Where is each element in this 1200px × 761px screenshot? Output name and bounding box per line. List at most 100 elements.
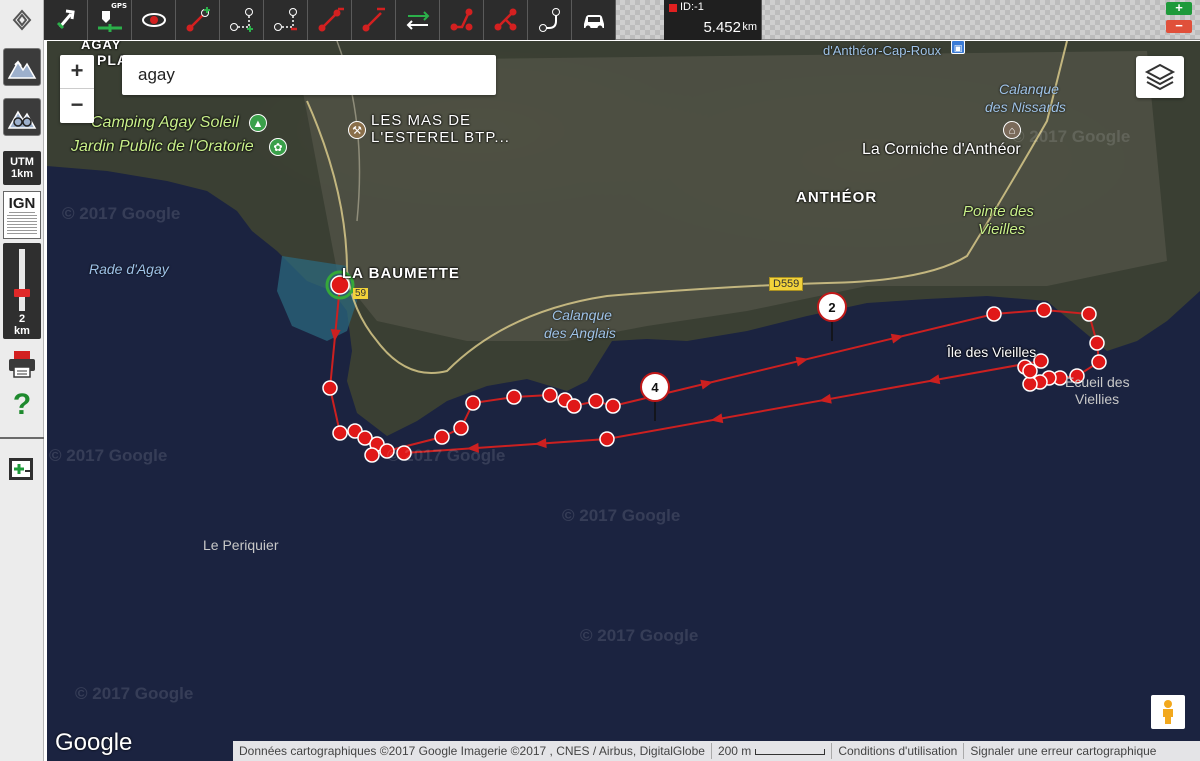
remove-track-button[interactable]: − <box>1166 19 1192 33</box>
track-point[interactable] <box>322 380 338 396</box>
slider-handle[interactable] <box>14 289 30 297</box>
track-direction-arrow <box>534 438 547 449</box>
utm-size-label: 1km <box>10 168 34 180</box>
map-scale-label: 200 m <box>717 744 752 758</box>
map-data-attribution: Données cartographiques ©2017 Google Ima… <box>233 743 712 759</box>
utm-label: UTM <box>10 156 34 168</box>
track-point[interactable] <box>1033 353 1049 369</box>
track-point[interactable] <box>332 425 348 441</box>
track-point[interactable] <box>434 429 450 445</box>
track-point[interactable] <box>364 447 380 463</box>
distance-unit: km <box>742 21 757 33</box>
track-id-label: ID:-1 <box>680 1 704 13</box>
pin-gps-icon[interactable]: GPS <box>88 0 132 40</box>
remove-point-icon[interactable] <box>264 0 308 40</box>
track-start-point[interactable] <box>330 275 350 295</box>
mountain-map-button[interactable] <box>3 48 41 86</box>
slider-scale-value: 2 <box>18 313 26 325</box>
track-point[interactable] <box>566 398 582 414</box>
watermark: © 2017 Google <box>49 446 168 465</box>
km-marker-label: 2 <box>828 300 835 315</box>
watermark: © 2017 Google <box>387 446 506 465</box>
track-point[interactable] <box>1091 354 1107 370</box>
ign-logo-icon <box>7 213 37 235</box>
mountain-bike-icon <box>7 110 37 129</box>
watermark: © 2017 Google <box>75 684 194 703</box>
track-direction-arrow <box>890 333 904 344</box>
hotel-icon: ⌂ <box>1003 121 1021 139</box>
map-zoom-control: + − <box>60 55 94 123</box>
left-sidebar: UTM 1km IGN 2 km ? <box>0 40 44 761</box>
track-point[interactable] <box>588 393 604 409</box>
watermark: © 2017 Google <box>580 626 699 645</box>
zoom-out-button[interactable]: − <box>60 89 94 123</box>
track-point[interactable] <box>599 431 615 447</box>
terms-link[interactable]: Conditions d'utilisation <box>832 743 965 759</box>
hook-icon[interactable] <box>528 0 572 40</box>
mountain-bike-button[interactable] <box>3 98 41 136</box>
track-point[interactable] <box>453 420 469 436</box>
scale-bar <box>755 748 826 755</box>
slider-track <box>19 249 25 311</box>
layers-button[interactable] <box>1136 56 1184 98</box>
park-icon: ✿ <box>269 138 287 156</box>
km-marker-label: 4 <box>651 380 659 395</box>
delete-track-icon[interactable] <box>352 0 396 40</box>
sidebar-divider <box>0 437 44 439</box>
search-input[interactable] <box>122 55 496 95</box>
track-point[interactable] <box>1081 306 1097 322</box>
track-point[interactable] <box>1089 335 1105 351</box>
add-track-button[interactable]: + <box>1166 1 1192 15</box>
map-overlay: 24 <box>47 41 1200 463</box>
track-point[interactable] <box>605 398 621 414</box>
printer-icon <box>9 351 35 378</box>
add-point-icon[interactable] <box>176 0 220 40</box>
ign-layer-button[interactable]: IGN <box>3 191 41 239</box>
google-logo: Google <box>55 729 133 756</box>
track-color-swatch <box>669 4 677 12</box>
report-error-link[interactable]: Signaler une erreur cartographique <box>964 743 1162 759</box>
gps-label: GPS <box>111 2 127 10</box>
slider-scale-label: 2 km <box>3 313 41 337</box>
drag-icon[interactable] <box>44 0 88 40</box>
join-icon[interactable] <box>484 0 528 40</box>
car-icon[interactable] <box>572 0 616 40</box>
insert-point-icon[interactable] <box>220 0 264 40</box>
scale-slider[interactable]: 2 km <box>3 243 41 339</box>
map-canvas[interactable]: 24 © 2017 Google © 2017 Google © 2017 Go… <box>47 41 1200 761</box>
layers-icon <box>1144 63 1176 91</box>
track-point[interactable] <box>465 395 481 411</box>
track-point[interactable] <box>1022 376 1038 392</box>
delete-segment-icon[interactable] <box>308 0 352 40</box>
slider-scale-unit: km <box>14 325 30 337</box>
track-point[interactable] <box>506 389 522 405</box>
track-info-panel: ID:-1 5.452 km <box>664 0 762 40</box>
pegman-icon <box>1163 700 1173 724</box>
camping-icon: ▲ <box>249 114 267 132</box>
track-point[interactable] <box>1036 302 1052 318</box>
zoom-in-button[interactable]: + <box>60 55 94 89</box>
ign-label: IGN <box>8 195 36 213</box>
utm-grid-button[interactable]: UTM 1km <box>3 151 41 185</box>
train-icon: ▣ <box>951 41 965 54</box>
add-layer-icon <box>9 458 33 480</box>
add-layer-button[interactable] <box>3 452 41 486</box>
reverse-icon[interactable] <box>396 0 440 40</box>
map-scale: 200 m <box>712 743 833 759</box>
track-point[interactable] <box>542 387 558 403</box>
eye-icon[interactable] <box>132 0 176 40</box>
app-logo-icon[interactable] <box>0 0 44 40</box>
split-icon[interactable] <box>440 0 484 40</box>
track-point[interactable] <box>1069 368 1085 384</box>
print-button[interactable] <box>3 346 41 382</box>
watermark: © 2017 Google <box>62 204 181 223</box>
track-point[interactable] <box>986 306 1002 322</box>
track-point[interactable] <box>1022 363 1038 379</box>
street-view-button[interactable] <box>1151 695 1185 729</box>
mountain-icon <box>7 60 37 79</box>
track-direction-arrow <box>795 356 809 367</box>
map-attribution-bar: Données cartographiques ©2017 Google Ima… <box>233 741 1200 761</box>
service-icon: ⚒ <box>348 121 366 139</box>
help-button[interactable]: ? <box>3 387 41 423</box>
distance-value: 5.452 <box>703 19 741 36</box>
